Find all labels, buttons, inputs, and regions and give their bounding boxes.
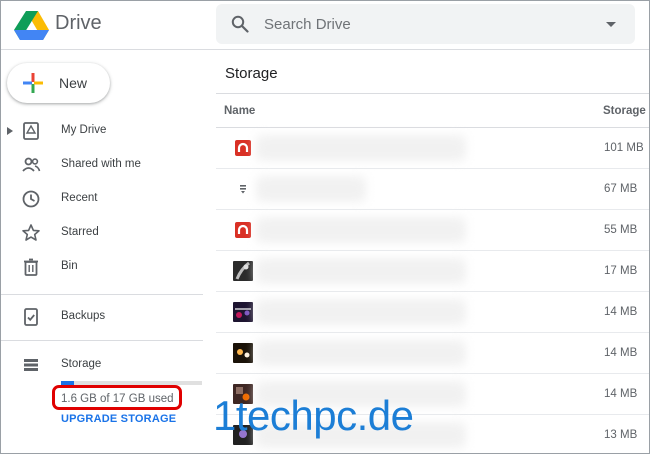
sidebar-item-label: Recent [61, 192, 98, 204]
page-title: Storage [225, 65, 278, 82]
table-row[interactable]: 55 MB [216, 210, 650, 251]
sidebar-item-label: Backups [61, 310, 106, 322]
table-row[interactable]: 14 MB [216, 333, 650, 374]
sidebar-item-my-drive[interactable]: My Drive [0, 116, 206, 146]
blurred-file-name [256, 340, 466, 366]
search-input[interactable] [264, 13, 594, 35]
blurred-file-name [256, 176, 366, 202]
my-drive-icon [23, 122, 39, 140]
sidebar-item-recent[interactable]: Recent [0, 184, 206, 214]
file-size: 55 MB [604, 224, 638, 236]
search-options-caret-icon[interactable] [603, 16, 619, 32]
search-icon[interactable] [231, 15, 249, 33]
table-header: Name Storage used [216, 93, 650, 128]
red-app-icon [235, 140, 251, 156]
sidebar-item-label: My Drive [61, 124, 107, 136]
backup-icon [24, 308, 38, 326]
blurred-file-name [256, 258, 466, 284]
file-size: 14 MB [604, 347, 638, 359]
red-app-icon [235, 222, 251, 238]
sidebar-item-label: Storage [61, 358, 102, 370]
sidebar-item-bin[interactable]: Bin [0, 252, 206, 282]
file-size: 14 MB [604, 388, 638, 400]
blurred-file-name [256, 299, 466, 325]
file-size: 14 MB [604, 306, 638, 318]
table-row[interactable]: 67 MB [216, 169, 650, 210]
search-bar[interactable] [216, 4, 635, 44]
sidebar-item-backups[interactable]: Backups [0, 302, 206, 332]
shared-icon [22, 157, 41, 172]
table-row[interactable]: 14 MB [216, 292, 650, 333]
generic-file-icon [240, 185, 246, 194]
new-button[interactable]: New [7, 63, 110, 103]
table-row[interactable]: 101 MB [216, 128, 650, 169]
column-header-storage-used[interactable]: Storage used [603, 105, 650, 117]
file-size: 17 MB [604, 265, 638, 277]
file-size: 67 MB [604, 183, 638, 195]
drive-logo-icon[interactable] [14, 9, 50, 41]
trash-icon [24, 258, 38, 276]
sidebar-item-label: Starred [61, 226, 99, 238]
expand-arrow-icon[interactable] [6, 126, 14, 136]
sidebar-item-storage[interactable]: Storage [0, 350, 206, 380]
file-size: 101 MB [604, 142, 644, 154]
sidebar-divider [0, 340, 203, 341]
plus-icon [23, 73, 43, 93]
table-row[interactable]: 17 MB [216, 251, 650, 292]
app-title: Drive [55, 12, 102, 34]
sidebar-item-label: Bin [61, 260, 78, 272]
star-icon [22, 224, 40, 241]
top-bar: Drive [0, 0, 650, 50]
annotation-highlight-box [52, 385, 182, 410]
sidebar-divider [0, 294, 203, 295]
new-button-label: New [59, 75, 88, 91]
sidebar-item-starred[interactable]: Starred [0, 218, 206, 248]
photo-thumbnail [233, 302, 253, 322]
storage-icon [24, 359, 38, 371]
watermark-text: 1techpc.de [213, 392, 414, 439]
sidebar-item-shared[interactable]: Shared with me [0, 150, 206, 180]
file-size: 13 MB [604, 429, 638, 441]
photo-thumbnail [233, 343, 253, 363]
column-header-name[interactable]: Name [224, 105, 255, 117]
sidebar: New My Drive Shared with me Recent Starr… [0, 51, 206, 454]
upgrade-storage-link[interactable]: UPGRADE STORAGE [61, 413, 176, 425]
sidebar-item-label: Shared with me [61, 158, 141, 170]
blurred-file-name [256, 217, 466, 243]
clock-icon [22, 190, 40, 208]
photo-thumbnail [233, 261, 253, 281]
blurred-file-name [256, 135, 466, 161]
